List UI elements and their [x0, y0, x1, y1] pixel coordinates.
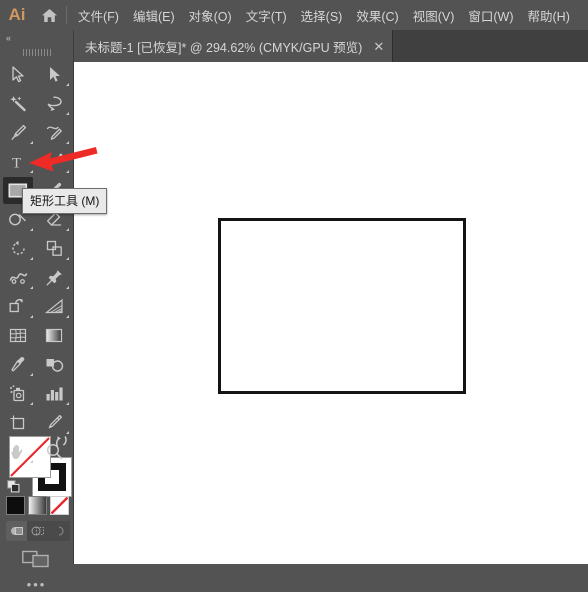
menu-window[interactable]: 窗口(W)	[461, 2, 520, 29]
lasso-tool[interactable]	[36, 89, 72, 118]
scale-tool[interactable]	[36, 234, 72, 263]
menu-divider	[66, 6, 67, 24]
flyout-indicator	[30, 228, 33, 231]
collapse-panel-icon[interactable]: «	[0, 30, 73, 46]
flyout-indicator	[30, 402, 33, 405]
menu-object[interactable]: 对象(O)	[182, 2, 239, 29]
blend-tool[interactable]	[36, 350, 72, 379]
draw-normal-mode[interactable]	[6, 521, 28, 541]
flyout-indicator	[66, 402, 69, 405]
flyout-indicator	[66, 83, 69, 86]
document-tab-title: 未标题-1 [已恢复]* @ 294.62% (CMYK/GPU 预览)	[85, 40, 363, 55]
magic-wand-tool[interactable]	[0, 89, 36, 118]
menu-bar: Ai 文件(F) 编辑(E) 对象(O) 文字(T) 选择(S) 效果(C) 视…	[0, 0, 588, 30]
gradient-tool[interactable]	[36, 321, 72, 350]
free-transform-tool[interactable]	[36, 263, 72, 292]
mesh-tool[interactable]	[0, 321, 36, 350]
width-tool[interactable]	[0, 263, 36, 292]
tooltip: 矩形工具 (M)	[22, 188, 108, 214]
flyout-indicator	[66, 257, 69, 260]
none-swatch[interactable]	[50, 496, 69, 515]
color-mode-swatches	[6, 496, 70, 516]
flyout-indicator	[66, 141, 69, 144]
toolbar-grip[interactable]	[0, 46, 73, 58]
flyout-indicator	[30, 170, 33, 173]
gradient-swatch[interactable]	[28, 496, 47, 515]
canvas-area[interactable]	[73, 62, 588, 564]
menu-type[interactable]: 文字(T)	[239, 2, 294, 29]
flyout-indicator	[30, 315, 33, 318]
flyout-indicator	[66, 112, 69, 115]
flyout-indicator	[30, 257, 33, 260]
none-slash-icon	[50, 496, 69, 515]
menu-help[interactable]: 帮助(H)	[521, 2, 577, 29]
color-swatch[interactable]	[6, 496, 25, 515]
shape-builder-tool[interactable]	[0, 292, 36, 321]
edit-toolbar-icon[interactable]: •••	[0, 576, 73, 592]
home-icon[interactable]	[34, 0, 64, 30]
flyout-indicator	[30, 286, 33, 289]
menu-select[interactable]: 选择(S)	[294, 2, 350, 29]
line-segment-tool[interactable]	[36, 147, 72, 176]
menu-view[interactable]: 视图(V)	[406, 2, 462, 29]
type-tool[interactable]: T	[0, 147, 36, 176]
perspective-grid-tool[interactable]	[36, 292, 72, 321]
pen-tool[interactable]	[0, 118, 36, 147]
flyout-indicator	[66, 286, 69, 289]
tools-panel: « T •••	[0, 30, 74, 591]
flyout-indicator	[66, 431, 69, 434]
selection-tool[interactable]	[0, 60, 36, 89]
svg-text:T: T	[12, 155, 21, 170]
ai-logo: Ai	[8, 5, 26, 24]
draw-inside-mode[interactable]	[49, 521, 70, 541]
eyedropper-tool[interactable]	[0, 350, 36, 379]
document-tab[interactable]: 未标题-1 [已恢复]* @ 294.62% (CMYK/GPU 预览) ✕	[73, 30, 394, 62]
menu-edit[interactable]: 编辑(E)	[126, 2, 182, 29]
flyout-indicator	[66, 315, 69, 318]
flyout-indicator	[66, 170, 69, 173]
change-screen-mode[interactable]	[0, 546, 73, 572]
rotate-tool[interactable]	[0, 234, 36, 263]
flyout-indicator	[30, 141, 33, 144]
draw-behind-mode[interactable]	[27, 521, 48, 541]
direct-selection-tool[interactable]	[36, 60, 72, 89]
draw-modes-group	[6, 521, 70, 541]
document-tab-bar: 未标题-1 [已恢复]* @ 294.62% (CMYK/GPU 预览) ✕	[73, 30, 588, 62]
menu-file[interactable]: 文件(F)	[71, 2, 126, 29]
rectangle-shape[interactable]	[218, 218, 466, 394]
curvature-tool[interactable]	[36, 118, 72, 147]
flyout-indicator	[30, 373, 33, 376]
flyout-indicator	[66, 228, 69, 231]
menu-effect[interactable]: 效果(C)	[349, 2, 405, 29]
close-icon[interactable]: ✕	[373, 40, 384, 53]
flyout-indicator	[30, 460, 33, 463]
